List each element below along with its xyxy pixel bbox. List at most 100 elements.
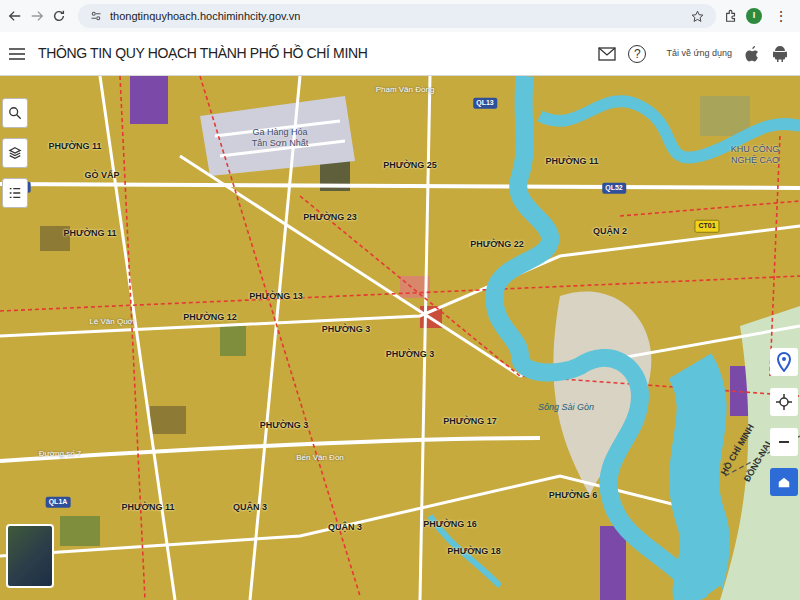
- map-label-anchor: QUẬN 3: [233, 501, 267, 515]
- map-label-anchor: Phạm Văn Đồng: [376, 84, 435, 96]
- map-label-anchor: PHƯỜNG 6: [549, 489, 598, 503]
- list-icon[interactable]: [8, 186, 22, 200]
- map-label-anchor: Ga Hàng Hóa: [252, 126, 307, 140]
- map-label: PHƯỜNG 25: [383, 159, 437, 173]
- map-label-anchor: PHƯỜNG 12: [183, 311, 237, 325]
- legend-button[interactable]: [2, 178, 28, 208]
- map-label: QUẬN 2: [593, 225, 627, 239]
- hamburger-icon[interactable]: [8, 46, 26, 62]
- map-label: PHƯỜNG 6: [549, 489, 598, 503]
- search-icon[interactable]: [8, 106, 22, 120]
- crosshair-icon[interactable]: [776, 394, 792, 410]
- map-label-anchor: PHƯỜNG 3: [386, 348, 435, 362]
- map-label: Ga Hàng Hóa: [252, 126, 307, 140]
- extensions-icon[interactable]: [724, 9, 738, 23]
- map-label: PHƯỜNG 22: [470, 238, 524, 252]
- map-label-anchor: QUẬN 3: [328, 521, 362, 535]
- home-icon[interactable]: [777, 475, 791, 489]
- map-label-anchor: KHU CÔNG: [731, 143, 780, 157]
- map-label: PHƯỜNG 16: [423, 518, 477, 532]
- map-label: Tân Sơn Nhất: [252, 137, 308, 151]
- layers-button[interactable]: [2, 138, 28, 168]
- zoom-out-button[interactable]: [770, 428, 798, 456]
- map-label: PHƯỜNG 11: [48, 140, 101, 154]
- search-button[interactable]: [2, 98, 28, 128]
- map-label-anchor: Tân Sơn Nhất: [252, 137, 308, 151]
- map-label: PHƯỜNG 12: [183, 311, 237, 325]
- profile-button[interactable]: I: [746, 8, 762, 24]
- mail-icon[interactable]: [598, 47, 616, 61]
- map-label: QL52: [602, 183, 626, 194]
- url-text[interactable]: thongtinquyhoach.hochiminhcity.gov.vn: [110, 8, 300, 25]
- app-header: THÔNG TIN QUY HOẠCH THÀNH PHỐ HỒ CHÍ MIN…: [0, 32, 800, 76]
- address-bar[interactable]: thongtinquyhoach.hochiminhcity.gov.vn: [78, 4, 716, 28]
- map-label: KHU CÔNG: [731, 143, 780, 157]
- map-label-anchor: QL52: [602, 183, 626, 194]
- layers-icon[interactable]: [8, 146, 22, 160]
- map-label-anchor: QUẬN 2: [593, 225, 627, 239]
- map-label: QUẬN 3: [328, 521, 362, 535]
- map-label-anchor: PHƯỜNG 13: [249, 290, 303, 304]
- map-label-anchor: Lê Văn Quới: [89, 316, 134, 328]
- basemap-toggle[interactable]: [6, 524, 54, 588]
- map-label: PHƯỜNG 23: [303, 211, 357, 225]
- forward-icon[interactable]: [30, 9, 44, 23]
- map-label-anchor: GÒ VẤP: [84, 169, 119, 183]
- map-canvas[interactable]: [0, 76, 800, 600]
- minus-icon[interactable]: [778, 436, 790, 448]
- map-label-anchor: CT01: [694, 220, 719, 233]
- map-label: PHƯỜNG 18: [447, 545, 501, 559]
- map-label: Đường số 7: [39, 448, 82, 460]
- map-label-anchor: PHƯỜNG 11: [121, 501, 174, 515]
- pin-icon[interactable]: [776, 352, 792, 372]
- map-label-anchor: PHƯỜNG 3: [322, 323, 371, 337]
- map-label-anchor: PHƯỜNG 11: [545, 155, 598, 169]
- map-label: Bến Vân Đồn: [296, 452, 344, 464]
- map-label: PHƯỜNG 3: [322, 323, 371, 337]
- map-label: QL13: [473, 98, 497, 109]
- reload-icon[interactable]: [52, 9, 66, 23]
- map-label-anchor: Bến Vân Đồn: [296, 452, 344, 464]
- apple-icon[interactable]: [744, 45, 760, 63]
- map-label: PHƯỜNG 11: [121, 501, 174, 515]
- map-labels: PHƯỜNG 11 GÒ VẤP QL1A Ga Hàng HóaTân Sơn Nh…: [0, 76, 800, 600]
- map-label-anchor: PHƯỜNG 17: [443, 415, 497, 429]
- map-label-anchor: PHƯỜNG 16: [423, 518, 477, 532]
- app-title: THÔNG TIN QUY HOẠCH THÀNH PHỐ HỒ CHÍ MIN…: [38, 43, 367, 64]
- star-icon[interactable]: [691, 10, 704, 23]
- back-icon[interactable]: [8, 9, 22, 23]
- map-label: NGHỆ CAO: [731, 154, 779, 168]
- map-label: Phạm Văn Đồng: [376, 84, 435, 96]
- map-label: PHƯỜNG 3: [260, 419, 309, 433]
- browser-toolbar: thongtinquyhoach.hochiminhcity.gov.vn I …: [0, 0, 800, 32]
- map-label-anchor: Đường số 7: [39, 448, 82, 460]
- map-label-anchor: PHƯỜNG 11: [63, 227, 116, 241]
- map-label-anchor: PHƯỜNG 18: [447, 545, 501, 559]
- map-label: PHƯỜNG 11: [545, 155, 598, 169]
- map-label: GÒ VẤP: [84, 169, 119, 183]
- site-info-icon[interactable]: [90, 10, 102, 22]
- location-button[interactable]: [770, 348, 798, 376]
- help-button[interactable]: ?: [628, 45, 646, 63]
- browser-menu[interactable]: ⋮: [770, 9, 792, 23]
- map-label: PHƯỜNG 17: [443, 415, 497, 429]
- android-icon[interactable]: [772, 45, 788, 63]
- map-label-anchor: PHƯỜNG 23: [303, 211, 357, 225]
- map-label: QUẬN 3: [233, 501, 267, 515]
- map-label-anchor: QL13: [473, 98, 497, 109]
- map-label: PHƯỜNG 3: [386, 348, 435, 362]
- map-tools: [2, 98, 28, 208]
- map-label-anchor: QL1A: [46, 497, 71, 508]
- locate-button[interactable]: [770, 388, 798, 416]
- map-label: PHƯỜNG 13: [249, 290, 303, 304]
- map-label: CT01: [694, 220, 719, 233]
- map-label-anchor: PHƯỜNG 11: [48, 140, 101, 154]
- download-label: Tải về ứng dụng: [666, 47, 732, 61]
- map-controls: [770, 348, 798, 496]
- map[interactable]: PHƯỜNG 11 GÒ VẤP QL1A Ga Hàng HóaTân Sơn Nh…: [0, 76, 800, 600]
- home-button[interactable]: [770, 468, 798, 496]
- map-label: Sông Sài Gòn: [538, 401, 594, 415]
- map-label-anchor: PHƯỜNG 22: [470, 238, 524, 252]
- map-label-anchor: Sông Sài Gòn: [538, 401, 594, 415]
- map-label: Lê Văn Quới: [89, 316, 134, 328]
